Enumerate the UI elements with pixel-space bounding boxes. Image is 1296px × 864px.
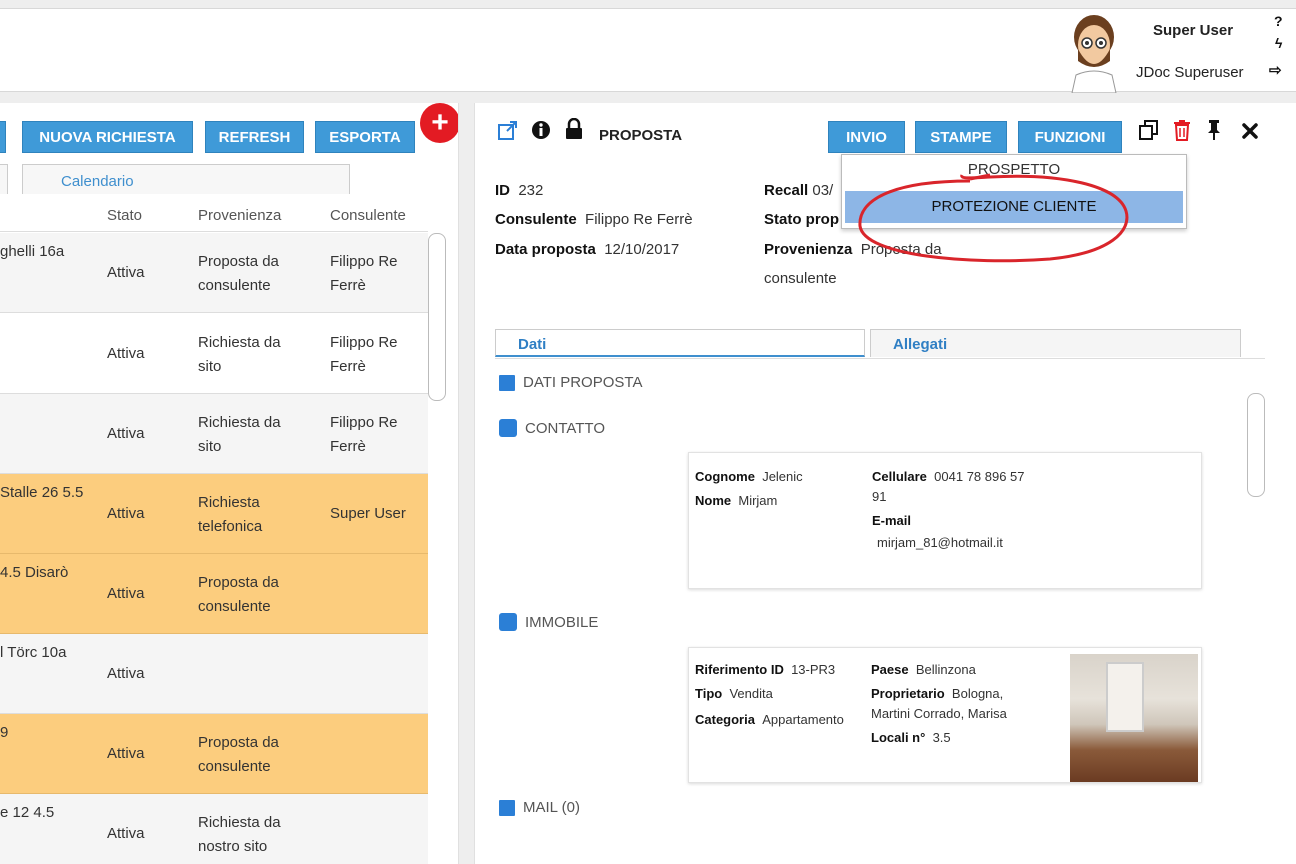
table-row[interactable]: 4.5 Disarò Attiva Proposta da consulente [0, 554, 428, 634]
section-square-icon [499, 374, 515, 391]
close-icon[interactable] [1241, 122, 1259, 140]
recall-field: Recall 03/ [764, 182, 834, 199]
status-field: Stato prop [764, 211, 839, 228]
user-role: JDoc Superuser [1136, 64, 1244, 81]
column-header-consultant[interactable]: Consulente [330, 207, 406, 224]
external-link-icon[interactable] [497, 119, 519, 141]
functions-button[interactable]: FUNZIONI [1018, 121, 1122, 153]
info-icon[interactable] [531, 120, 551, 140]
table-row[interactable]: Stalle 26 5.5 Attiva Richiesta telefonic… [0, 474, 428, 554]
table-row[interactable]: l Törc 10a Attiva [0, 634, 428, 714]
column-header-status[interactable]: Stato [107, 207, 142, 224]
logout-icon[interactable]: ⇨ [1269, 61, 1282, 79]
bolt-icon[interactable]: ϟ [1275, 35, 1282, 51]
requests-list-panel: NUOVA RICHIESTA REFRESH ESPORTA + Calend… [0, 103, 459, 864]
section-property[interactable]: IMMOBILE [499, 613, 598, 631]
table-row[interactable]: ghelli 16a Attiva Proposta da consulente… [0, 233, 428, 313]
consultant-field: Consulente Filippo Re Ferrè [495, 211, 693, 228]
tab-data[interactable]: Dati [495, 329, 865, 357]
partial-button[interactable] [0, 121, 6, 153]
tabs-divider [495, 358, 1265, 359]
origin-field-cont: consulente [764, 270, 837, 287]
section-contact[interactable]: CONTATTO [499, 419, 605, 437]
section-square-icon [499, 799, 515, 816]
help-icon[interactable]: ? [1274, 13, 1283, 29]
user-avatar[interactable] [1058, 9, 1130, 93]
table-row[interactable]: Attiva Richiesta da sito Filippo Re Ferr… [0, 314, 428, 394]
id-field: ID 232 [495, 182, 544, 199]
list-scrollbar[interactable] [428, 233, 446, 401]
detail-scrollbar[interactable] [1247, 393, 1265, 497]
table-row[interactable]: 9 Attiva Proposta da consulente [0, 714, 428, 794]
new-request-button[interactable]: NUOVA RICHIESTA [22, 121, 193, 153]
section-proposal-data[interactable]: DATI PROPOSTA [499, 374, 642, 391]
property-photo[interactable] [1070, 654, 1198, 782]
tab-calendar[interactable]: Calendario [22, 164, 350, 194]
contact-card: Cognome Jelenic Nome Mirjam Cellulare 00… [688, 452, 1202, 589]
panel-title: PROPOSTA [599, 127, 683, 144]
print-button[interactable]: STAMPE [915, 121, 1007, 153]
section-mail[interactable]: MAIL (0) [499, 799, 580, 816]
copy-icon[interactable] [1138, 119, 1160, 141]
property-card: Riferimento ID 13-PR3 Tipo Vendita Categ… [688, 647, 1202, 783]
top-bar: Super User JDoc Superuser ? ϟ ⇨ [0, 8, 1296, 93]
email-link[interactable]: mirjam_81@hotmail.it [877, 533, 1003, 553]
table-row[interactable]: Attiva Richiesta da sito Filippo Re Ferr… [0, 394, 428, 474]
trash-icon[interactable] [1172, 119, 1192, 141]
column-header-origin[interactable]: Provenienza [198, 207, 281, 224]
tab-attachments[interactable]: Allegati [870, 329, 1241, 357]
send-button[interactable]: INVIO [828, 121, 905, 153]
export-button[interactable]: ESPORTA [315, 121, 415, 153]
proposal-detail-panel: PROPOSTA INVIO STAMPE FUNZIONI ID 232 Co… [474, 103, 1296, 864]
table-row[interactable]: e 12 4.5 Attiva Richiesta da nostro sito [0, 794, 428, 864]
section-square-icon [499, 419, 517, 437]
tab-list[interactable] [0, 164, 8, 194]
section-square-icon [499, 613, 517, 631]
add-icon[interactable]: + [420, 103, 458, 143]
date-field: Data proposta 12/10/2017 [495, 241, 680, 258]
annotation-circle [858, 173, 1129, 263]
pin-icon[interactable] [1206, 119, 1222, 141]
lock-icon[interactable] [565, 118, 583, 140]
refresh-button[interactable]: REFRESH [205, 121, 304, 153]
user-name: Super User [1153, 22, 1234, 39]
header-divider [0, 231, 428, 232]
